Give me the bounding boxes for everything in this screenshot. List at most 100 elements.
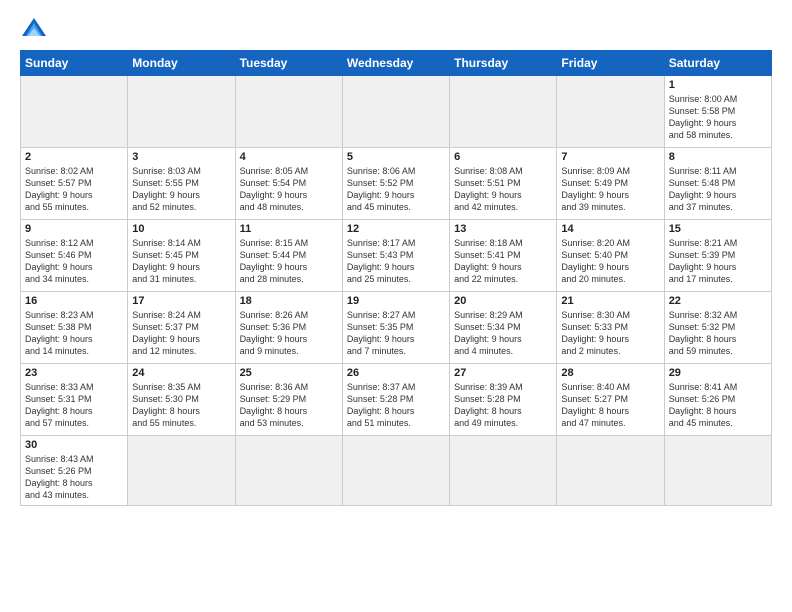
calendar-cell: 1 Sunrise: 8:00 AM Sunset: 5:58 PM Daylig… <box>664 76 771 148</box>
calendar-cell: 25 Sunrise: 8:36 AM Sunset: 5:29 PM Dayli… <box>235 364 342 436</box>
day-number: 21 <box>561 295 659 307</box>
calendar-week-2: 9Sunrise: 8:12 AM Sunset: 5:46 PM Daylig… <box>21 220 772 292</box>
calendar-cell <box>557 436 664 506</box>
logo-icon <box>20 16 48 40</box>
day-number: 8 <box>669 151 767 163</box>
weekday-monday: Monday <box>128 51 235 76</box>
day-number: 18 <box>240 295 338 307</box>
day-number: 5 <box>347 151 445 163</box>
calendar-cell: 23 Sunrise: 8:33 AM Sunset: 5:31 PM Dayli… <box>21 364 128 436</box>
day-info: Sunrise: 8:30 AM Sunset: 5:33 PM Dayligh… <box>561 309 659 358</box>
weekday-friday: Friday <box>557 51 664 76</box>
day-info: Sunrise: 8:05 AM Sunset: 5:54 PM Dayligh… <box>240 165 338 214</box>
day-info: Sunrise: 8:06 AM Sunset: 5:52 PM Dayligh… <box>347 165 445 214</box>
calendar-cell: 18 Sunrise: 8:26 AM Sunset: 5:36 PM Dayli… <box>235 292 342 364</box>
calendar-cell: 3 Sunrise: 8:03 AM Sunset: 5:55 PM Daylig… <box>128 148 235 220</box>
day-number: 6 <box>454 151 552 163</box>
calendar-week-4: 23 Sunrise: 8:33 AM Sunset: 5:31 PM Dayli… <box>21 364 772 436</box>
weekday-saturday: Saturday <box>664 51 771 76</box>
day-number: 14 <box>561 223 659 235</box>
weekday-tuesday: Tuesday <box>235 51 342 76</box>
calendar-cell <box>235 436 342 506</box>
day-info: Sunrise: 8:26 AM Sunset: 5:36 PM Dayligh… <box>240 309 338 358</box>
day-number: 24 <box>132 367 230 379</box>
day-info: Sunrise: 8:23 AM Sunset: 5:38 PM Dayligh… <box>25 309 123 358</box>
day-info: Sunrise: 8:11 AM Sunset: 5:48 PM Dayligh… <box>669 165 767 214</box>
calendar-cell: 6Sunrise: 8:08 AM Sunset: 5:51 PM Daylig… <box>450 148 557 220</box>
day-number: 13 <box>454 223 552 235</box>
day-number: 9 <box>25 223 123 235</box>
page: SundayMondayTuesdayWednesdayThursdayFrid… <box>0 0 792 612</box>
day-info: Sunrise: 8:20 AM Sunset: 5:40 PM Dayligh… <box>561 237 659 286</box>
day-number: 26 <box>347 367 445 379</box>
calendar-cell: 28Sunrise: 8:40 AM Sunset: 5:27 PM Dayli… <box>557 364 664 436</box>
day-info: Sunrise: 8:03 AM Sunset: 5:55 PM Dayligh… <box>132 165 230 214</box>
day-number: 17 <box>132 295 230 307</box>
calendar-cell: 5 Sunrise: 8:06 AM Sunset: 5:52 PM Daylig… <box>342 148 449 220</box>
day-number: 11 <box>240 223 338 235</box>
weekday-thursday: Thursday <box>450 51 557 76</box>
calendar-cell <box>664 436 771 506</box>
header <box>20 16 772 40</box>
calendar-cell: 19 Sunrise: 8:27 AM Sunset: 5:35 PM Dayli… <box>342 292 449 364</box>
calendar-cell <box>450 76 557 148</box>
day-info: Sunrise: 8:39 AM Sunset: 5:28 PM Dayligh… <box>454 381 552 430</box>
calendar-cell: 17 Sunrise: 8:24 AM Sunset: 5:37 PM Dayli… <box>128 292 235 364</box>
day-number: 10 <box>132 223 230 235</box>
day-info: Sunrise: 8:18 AM Sunset: 5:41 PM Dayligh… <box>454 237 552 286</box>
calendar-cell: 11 Sunrise: 8:15 AM Sunset: 5:44 PM Dayli… <box>235 220 342 292</box>
calendar-cell: 16 Sunrise: 8:23 AM Sunset: 5:38 PM Dayli… <box>21 292 128 364</box>
day-number: 3 <box>132 151 230 163</box>
calendar-table: SundayMondayTuesdayWednesdayThursdayFrid… <box>20 50 772 506</box>
calendar-cell: 10Sunrise: 8:14 AM Sunset: 5:45 PM Dayli… <box>128 220 235 292</box>
calendar-cell <box>557 76 664 148</box>
day-info: Sunrise: 8:27 AM Sunset: 5:35 PM Dayligh… <box>347 309 445 358</box>
calendar-week-0: 1 Sunrise: 8:00 AM Sunset: 5:58 PM Daylig… <box>21 76 772 148</box>
day-info: Sunrise: 8:36 AM Sunset: 5:29 PM Dayligh… <box>240 381 338 430</box>
day-info: Sunrise: 8:09 AM Sunset: 5:49 PM Dayligh… <box>561 165 659 214</box>
calendar-week-5: 30Sunrise: 8:43 AM Sunset: 5:26 PM Dayli… <box>21 436 772 506</box>
calendar-cell: 30Sunrise: 8:43 AM Sunset: 5:26 PM Dayli… <box>21 436 128 506</box>
day-info: Sunrise: 8:00 AM Sunset: 5:58 PM Dayligh… <box>669 93 767 142</box>
day-info: Sunrise: 8:32 AM Sunset: 5:32 PM Dayligh… <box>669 309 767 358</box>
day-info: Sunrise: 8:29 AM Sunset: 5:34 PM Dayligh… <box>454 309 552 358</box>
calendar-cell: 13 Sunrise: 8:18 AM Sunset: 5:41 PM Dayli… <box>450 220 557 292</box>
day-info: Sunrise: 8:24 AM Sunset: 5:37 PM Dayligh… <box>132 309 230 358</box>
calendar-cell <box>235 76 342 148</box>
calendar-week-3: 16 Sunrise: 8:23 AM Sunset: 5:38 PM Dayli… <box>21 292 772 364</box>
day-number: 27 <box>454 367 552 379</box>
day-number: 7 <box>561 151 659 163</box>
calendar-cell <box>21 76 128 148</box>
day-info: Sunrise: 8:33 AM Sunset: 5:31 PM Dayligh… <box>25 381 123 430</box>
day-number: 25 <box>240 367 338 379</box>
calendar-cell: 21 Sunrise: 8:30 AM Sunset: 5:33 PM Dayli… <box>557 292 664 364</box>
day-info: Sunrise: 8:37 AM Sunset: 5:28 PM Dayligh… <box>347 381 445 430</box>
day-number: 12 <box>347 223 445 235</box>
calendar-cell: 15 Sunrise: 8:21 AM Sunset: 5:39 PM Dayli… <box>664 220 771 292</box>
day-number: 19 <box>347 295 445 307</box>
calendar-cell: 26 Sunrise: 8:37 AM Sunset: 5:28 PM Dayli… <box>342 364 449 436</box>
calendar-cell <box>342 436 449 506</box>
calendar-cell: 22Sunrise: 8:32 AM Sunset: 5:32 PM Dayli… <box>664 292 771 364</box>
calendar-cell: 9Sunrise: 8:12 AM Sunset: 5:46 PM Daylig… <box>21 220 128 292</box>
calendar-cell: 12 Sunrise: 8:17 AM Sunset: 5:43 PM Dayli… <box>342 220 449 292</box>
day-number: 20 <box>454 295 552 307</box>
day-number: 15 <box>669 223 767 235</box>
day-number: 29 <box>669 367 767 379</box>
calendar-cell: 4Sunrise: 8:05 AM Sunset: 5:54 PM Daylig… <box>235 148 342 220</box>
day-number: 16 <box>25 295 123 307</box>
weekday-header-row: SundayMondayTuesdayWednesdayThursdayFrid… <box>21 51 772 76</box>
day-info: Sunrise: 8:17 AM Sunset: 5:43 PM Dayligh… <box>347 237 445 286</box>
day-number: 28 <box>561 367 659 379</box>
day-number: 1 <box>669 79 767 91</box>
day-number: 23 <box>25 367 123 379</box>
calendar-cell: 7 Sunrise: 8:09 AM Sunset: 5:49 PM Daylig… <box>557 148 664 220</box>
day-number: 2 <box>25 151 123 163</box>
calendar-cell: 14 Sunrise: 8:20 AM Sunset: 5:40 PM Dayli… <box>557 220 664 292</box>
calendar-cell: 29Sunrise: 8:41 AM Sunset: 5:26 PM Dayli… <box>664 364 771 436</box>
calendar-cell <box>128 436 235 506</box>
calendar-cell: 27 Sunrise: 8:39 AM Sunset: 5:28 PM Dayli… <box>450 364 557 436</box>
weekday-sunday: Sunday <box>21 51 128 76</box>
day-info: Sunrise: 8:21 AM Sunset: 5:39 PM Dayligh… <box>669 237 767 286</box>
day-info: Sunrise: 8:15 AM Sunset: 5:44 PM Dayligh… <box>240 237 338 286</box>
